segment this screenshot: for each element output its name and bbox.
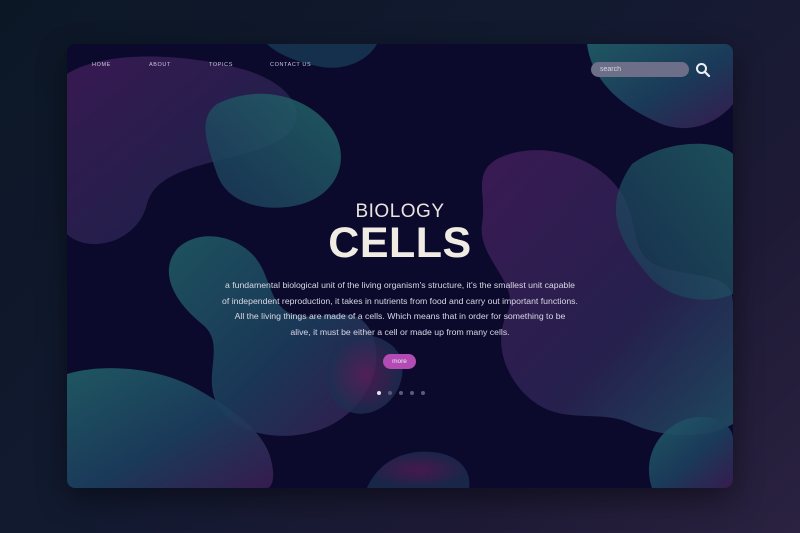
description-line: All the living things are made of a cell… xyxy=(234,311,566,321)
nav-topics[interactable]: TOPICS xyxy=(209,62,233,68)
search-icon[interactable] xyxy=(695,62,711,78)
description-line: alive, it must be either a cell or made … xyxy=(290,326,510,337)
nav-about[interactable]: ABOUT xyxy=(149,62,171,68)
hero-title: CELLS xyxy=(328,219,472,267)
carousel-dot-2[interactable] xyxy=(388,391,392,395)
description-line: a fundamental biological unit of the liv… xyxy=(224,280,576,290)
carousel-dot-3[interactable] xyxy=(399,391,403,395)
carousel-dot-4[interactable] xyxy=(410,391,414,395)
blob-bottom-center xyxy=(367,451,470,488)
blob-top-center xyxy=(205,93,341,208)
landing-page-window: HOME ABOUT TOPICS CONTACT US BIOLOGY CEL… xyxy=(67,44,733,488)
more-button[interactable]: more xyxy=(383,354,416,369)
blob-center-small xyxy=(328,335,403,414)
carousel-dot-1[interactable] xyxy=(377,391,381,395)
blob-top-right xyxy=(587,44,733,129)
search-input[interactable] xyxy=(591,62,689,77)
description-line: of independent reproduction, it takes in… xyxy=(222,295,578,306)
nav-contact-us[interactable]: CONTACT US xyxy=(270,62,311,68)
nav-home[interactable]: HOME xyxy=(92,62,111,68)
hero-description: a fundamental biological unit of the liv… xyxy=(200,278,600,340)
carousel-dot-5[interactable] xyxy=(421,391,425,395)
hero-heading: BIOLOGY CELLS xyxy=(67,202,733,267)
